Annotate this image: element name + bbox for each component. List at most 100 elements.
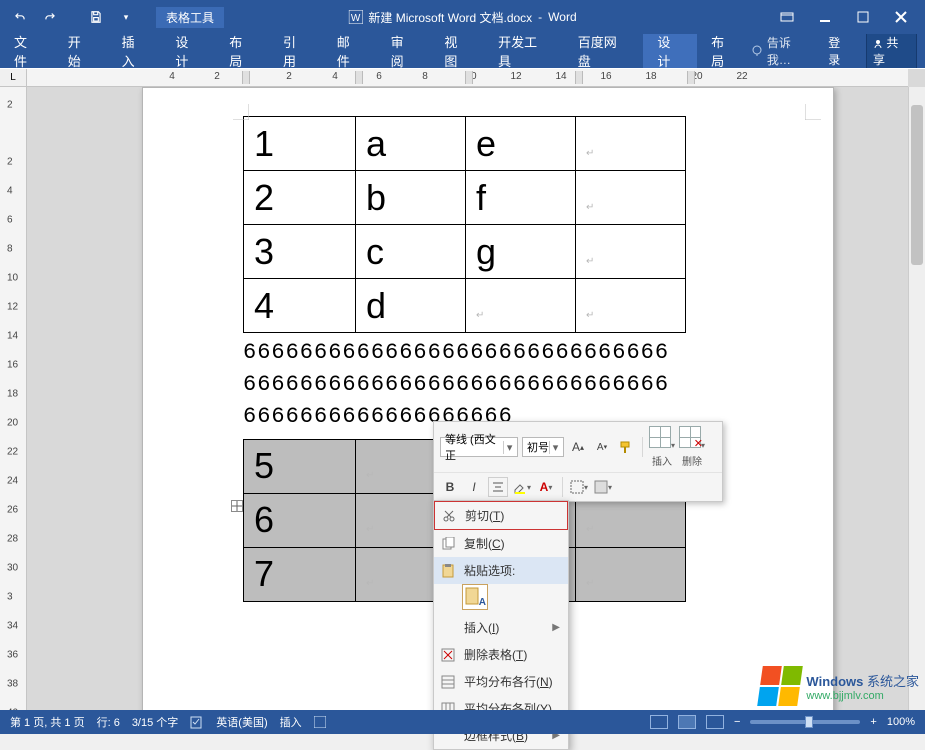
minimize-button[interactable]	[811, 6, 839, 28]
table-cell[interactable]: ↵	[576, 279, 686, 333]
view-read-mode-button[interactable]	[650, 715, 668, 729]
table-move-handle[interactable]	[231, 500, 243, 512]
zoom-in-button[interactable]: +	[870, 716, 876, 728]
vertical-ruler[interactable]: 2 2 4 6 8 10 12 14 16 18 20 22 24 26 28 …	[0, 87, 27, 710]
delete-table-split[interactable]: ✕▾ 删除	[679, 426, 705, 468]
table-row[interactable]: 4 d ↵ ↵	[244, 279, 686, 333]
tab-baidu[interactable]: 百度网盘	[564, 34, 644, 68]
paste-option-keep-source[interactable]: A	[462, 584, 488, 610]
status-proofing[interactable]	[190, 715, 204, 729]
menu-item-insert[interactable]: 插入(I) ▶	[434, 614, 568, 641]
shrink-font-button[interactable]: A▾	[592, 437, 612, 457]
tab-home[interactable]: 开始	[54, 34, 108, 68]
tab-file[interactable]: 文件	[0, 34, 54, 68]
table-cell[interactable]: b	[356, 171, 466, 225]
tab-review[interactable]: 审阅	[377, 34, 431, 68]
highlight-button[interactable]: ▾	[512, 477, 532, 497]
tab-insert[interactable]: 插入	[108, 34, 162, 68]
redo-button[interactable]	[38, 5, 62, 29]
zoom-level[interactable]: 100%	[887, 716, 915, 728]
tab-layout[interactable]: 布局	[215, 34, 269, 68]
table-cell[interactable]: g	[466, 225, 576, 279]
tab-references[interactable]: 引用	[269, 34, 323, 68]
grow-font-button[interactable]: A▴	[568, 437, 588, 457]
menu-item-delete-table[interactable]: 删除表格(T)	[434, 641, 568, 668]
tab-design[interactable]: 设计	[161, 34, 215, 68]
tab-table-layout[interactable]: 布局	[697, 34, 751, 68]
vertical-scrollbar[interactable]	[908, 87, 925, 710]
ruler-corner[interactable]: L	[0, 69, 27, 87]
ruler-number: 24	[7, 476, 18, 487]
qat-customize-button[interactable]: ▾	[114, 5, 138, 29]
table-cell[interactable]: c	[356, 225, 466, 279]
status-macro[interactable]	[314, 716, 326, 728]
table-cell[interactable]: 3	[244, 225, 356, 279]
font-family-combo[interactable]: 等线 (西文正▾	[440, 437, 518, 457]
zoom-slider-knob[interactable]	[805, 716, 813, 728]
table-cell[interactable]: 6	[244, 493, 356, 547]
menu-item-copy[interactable]: 复制(C)	[434, 530, 568, 557]
zoom-out-button[interactable]: −	[734, 716, 740, 728]
ruler-column-marker[interactable]	[465, 71, 473, 84]
table-cell[interactable]: 1	[244, 117, 356, 171]
login-button[interactable]: 登录	[822, 32, 858, 70]
tab-table-design[interactable]: 设计	[643, 34, 697, 68]
font-size-combo[interactable]: 初号▾	[522, 437, 564, 457]
ruler-column-marker[interactable]	[575, 71, 583, 84]
ruler-column-marker[interactable]	[242, 71, 250, 84]
view-print-layout-button[interactable]	[678, 715, 696, 729]
table-cell[interactable]: ↵	[576, 171, 686, 225]
table-row[interactable]: 1 a e ↵	[244, 117, 686, 171]
status-insert-mode[interactable]: 插入	[280, 714, 302, 730]
view-web-layout-button[interactable]	[706, 715, 724, 729]
scrollbar-thumb[interactable]	[911, 105, 923, 265]
paragraph-text[interactable]: 6666666666666666666666666666666666666666…	[243, 337, 683, 433]
table-cell[interactable]: ↵	[576, 547, 686, 601]
table-cell[interactable]: 5	[244, 439, 356, 493]
tab-mailings[interactable]: 邮件	[323, 34, 377, 68]
table-cell[interactable]: e	[466, 117, 576, 171]
table-cell[interactable]: ↵	[576, 225, 686, 279]
table-cell[interactable]: f	[466, 171, 576, 225]
menu-item-cut[interactable]: 剪切(T)	[434, 501, 568, 530]
menu-item-distribute-rows[interactable]: 平均分布各行(N)	[434, 668, 568, 695]
table-icon	[649, 426, 671, 448]
shading-button[interactable]: ▾	[593, 477, 613, 497]
tab-view[interactable]: 视图	[430, 34, 484, 68]
delete-table-icon	[440, 647, 456, 663]
italic-button[interactable]: I	[464, 477, 484, 497]
status-page[interactable]: 第 1 页, 共 1 页	[10, 714, 85, 730]
maximize-button[interactable]	[849, 6, 877, 28]
insert-table-split[interactable]: ▾ 插入	[649, 426, 675, 468]
table-cell[interactable]: a	[356, 117, 466, 171]
table-cell[interactable]: d	[356, 279, 466, 333]
table-cell[interactable]: 7	[244, 547, 356, 601]
ruler-column-marker[interactable]	[687, 71, 695, 84]
bold-button[interactable]: B	[440, 477, 460, 497]
close-button[interactable]	[887, 6, 915, 28]
table-cell[interactable]: 2	[244, 171, 356, 225]
tab-developer[interactable]: 开发工具	[484, 34, 564, 68]
horizontal-ruler[interactable]: 4 2 2 4 6 8 10 12 14 16 18 20 22	[27, 69, 908, 87]
table-cell[interactable]: ↵	[466, 279, 576, 333]
table-1[interactable]: 1 a e ↵ 2 b f ↵ 3 c g ↵	[243, 116, 686, 333]
align-center-button[interactable]	[488, 477, 508, 497]
format-painter-button[interactable]	[616, 437, 636, 457]
save-button[interactable]	[84, 5, 108, 29]
table-cell[interactable]: 4	[244, 279, 356, 333]
status-word-count[interactable]: 3/15 个字	[132, 714, 178, 730]
table-row[interactable]: 3 c g ↵	[244, 225, 686, 279]
table-row[interactable]: 2 b f ↵	[244, 171, 686, 225]
status-language[interactable]: 英语(美国)	[216, 714, 267, 730]
ribbon-display-options-button[interactable]	[773, 6, 801, 28]
undo-button[interactable]	[8, 5, 32, 29]
font-color-button[interactable]: A▾	[536, 477, 556, 497]
ruler-column-marker[interactable]	[355, 71, 363, 84]
tell-me-search[interactable]: 告诉我…	[751, 34, 814, 68]
borders-button[interactable]: ▾	[569, 477, 589, 497]
zoom-slider[interactable]	[750, 720, 860, 724]
status-line[interactable]: 行: 6	[97, 714, 120, 730]
menu-item-paste-options[interactable]: 粘贴选项:	[434, 557, 568, 584]
share-button[interactable]: 共享	[866, 31, 917, 71]
table-cell[interactable]: ↵	[576, 117, 686, 171]
